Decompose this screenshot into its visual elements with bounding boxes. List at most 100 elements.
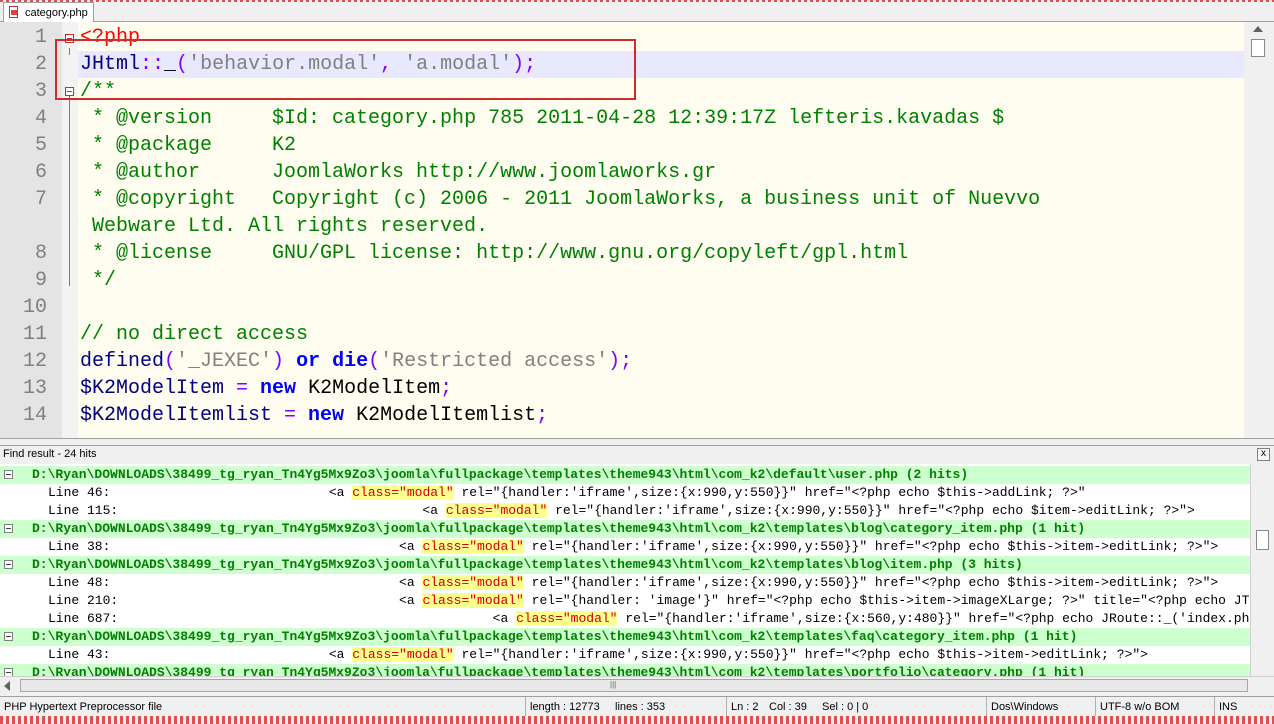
fold-toggle-icon[interactable]: [4, 524, 13, 533]
code-token: ;: [536, 404, 549, 427]
scrollbar-thumb[interactable]: [1251, 39, 1265, 57]
result-file-path: D:\Ryan\DOWNLOADS\38499_tg_ryan_Tn4Yg5Mx…: [32, 629, 1078, 644]
results-vertical-scrollbar[interactable]: [1250, 464, 1274, 676]
result-hit-row[interactable]: Line 115: <a class="modal" rel="{handler…: [0, 502, 1250, 520]
result-hit-text: Line 46: <a class="modal" rel="{handler:…: [48, 484, 1086, 502]
code-text: defined('_JEXEC') or die('Restricted acc…: [80, 348, 632, 375]
editor-vertical-scrollbar[interactable]: [1244, 22, 1274, 438]
close-icon[interactable]: x: [1257, 448, 1270, 461]
code-token: * @license GNU/GPL license: http://www.g…: [80, 242, 909, 265]
code-line[interactable]: 8 * @license GNU/GPL license: http://www…: [0, 240, 1244, 267]
result-hit-row[interactable]: Line 48: <a class="modal" rel="{handler:…: [0, 574, 1250, 592]
result-prefix: <a: [204, 593, 423, 608]
result-hit-row[interactable]: Line 43: <a class="modal" rel="{handler:…: [0, 646, 1250, 664]
result-hit-text: Line 48: <a class="modal" rel="{handler:…: [48, 574, 1218, 592]
scroll-up-arrow-icon[interactable]: [1253, 26, 1263, 32]
result-match-highlight: class="modal": [422, 593, 524, 608]
result-match-highlight: class="modal": [445, 503, 548, 518]
line-number: 9: [34, 269, 47, 292]
result-hit-text: Line 115: <a class="modal" rel="{handler…: [48, 502, 1195, 520]
annotation-box: [55, 39, 636, 100]
code-token: '_JEXEC': [176, 350, 273, 373]
tab-label: category.php: [25, 6, 88, 19]
result-line-number: Line 210:: [48, 593, 119, 608]
scrollbar-thumb[interactable]: [20, 679, 1248, 692]
result-file-row[interactable]: D:\Ryan\DOWNLOADS\38499_tg_ryan_Tn4Yg5Mx…: [0, 520, 1250, 538]
line-number: 3: [34, 80, 47, 103]
line-number: 7: [34, 188, 47, 211]
result-hit-text: Line 38: <a class="modal" rel="{handler:…: [48, 538, 1218, 556]
find-results-list[interactable]: D:\Ryan\DOWNLOADS\38499_tg_ryan_Tn4Yg5Mx…: [0, 464, 1250, 676]
code-token: );: [608, 350, 633, 373]
file-saved-icon: [8, 6, 21, 19]
code-token: * @author JoomlaWorks http://www.joomlaw…: [80, 161, 717, 184]
result-suffix: rel="{handler:'iframe',size:{x:990,y:550…: [453, 485, 1086, 500]
status-sel: Sel : 0 | 0: [822, 701, 869, 713]
line-number: 1: [34, 26, 47, 49]
status-mode: INS: [1214, 697, 1237, 717]
line-number: 2: [34, 53, 47, 76]
result-suffix: rel="{handler:'iframe',size:{x:990,y:550…: [523, 539, 1219, 554]
code-line[interactable]: Webware Ltd. All rights reserved.: [0, 213, 1244, 240]
code-line[interactable]: 11 // no direct access: [0, 321, 1244, 348]
fold-toggle-icon[interactable]: [4, 560, 13, 569]
code-token: die: [332, 350, 369, 373]
code-token: K2ModelItemlist: [344, 404, 537, 427]
result-hit-row[interactable]: Line 687: <a class="modal" rel="{handler…: [0, 610, 1250, 628]
fold-toggle-icon[interactable]: [4, 632, 13, 641]
code-token: Webware Ltd. All rights reserved.: [92, 215, 489, 238]
fold-toggle-icon[interactable]: [4, 668, 13, 676]
code-line[interactable]: 10: [0, 294, 1244, 321]
scroll-left-arrow-icon[interactable]: [4, 681, 10, 691]
code-line[interactable]: 14 $K2ModelItemlist = new K2ModelItemlist…: [0, 402, 1244, 429]
result-prefix: <a: [204, 611, 517, 626]
code-token: * @package K2: [80, 134, 297, 157]
code-text: */: [80, 267, 116, 294]
find-result-header: Find result - 24 hits x: [0, 445, 1274, 461]
results-horizontal-scrollbar[interactable]: |||: [0, 676, 1274, 694]
result-file-row[interactable]: D:\Ryan\DOWNLOADS\38499_tg_ryan_Tn4Yg5Mx…: [0, 664, 1250, 676]
result-hit-row[interactable]: Line 38: <a class="modal" rel="{handler:…: [0, 538, 1250, 556]
code-text: * @version $Id: category.php 785 2011-04…: [80, 105, 1004, 132]
result-match-highlight: class="modal": [352, 485, 454, 500]
code-token: */: [80, 269, 117, 292]
code-line[interactable]: 6 * @author JoomlaWorks http://www.jooml…: [0, 159, 1244, 186]
code-token: new: [308, 404, 345, 427]
result-suffix: rel="{handler: 'image'}" href="<?php ech…: [523, 593, 1250, 608]
status-filetype: PHP Hypertext Preprocessor file: [4, 701, 163, 713]
code-text: * @package K2: [80, 132, 296, 159]
code-line[interactable]: 5 * @package K2: [0, 132, 1244, 159]
result-prefix: <a: [204, 575, 423, 590]
scrollbar-thumb[interactable]: [1256, 530, 1269, 550]
status-length: length : 12773: [525, 697, 600, 717]
code-token: ;: [440, 377, 453, 400]
status-col: Col : 39: [769, 701, 807, 713]
code-line[interactable]: 13 $K2ModelItem = new K2ModelItem;: [0, 375, 1244, 402]
tab-category-php[interactable]: category.php: [3, 2, 94, 22]
result-hit-row[interactable]: Line 210: <a class="modal" rel="{handler…: [0, 592, 1250, 610]
result-prefix: <a: [204, 539, 423, 554]
code-token: or: [296, 350, 321, 373]
result-file-path: D:\Ryan\DOWNLOADS\38499_tg_ryan_Tn4Yg5Mx…: [32, 557, 1023, 572]
code-token: =: [224, 377, 261, 400]
result-line-number: Line 46:: [48, 485, 111, 500]
code-line[interactable]: 12 defined('_JEXEC') or die('Restricted a…: [0, 348, 1244, 375]
result-file-row[interactable]: D:\Ryan\DOWNLOADS\38499_tg_ryan_Tn4Yg5Mx…: [0, 628, 1250, 646]
result-match-highlight: class="modal": [422, 539, 524, 554]
result-line-number: Line 115:: [48, 503, 119, 518]
line-number: 10: [22, 296, 47, 319]
code-token: K2ModelItem: [296, 377, 441, 400]
code-line[interactable]: 9 */: [0, 267, 1244, 294]
code-line[interactable]: 4 * @version $Id: category.php 785 2011-…: [0, 105, 1244, 132]
result-file-path: D:\Ryan\DOWNLOADS\38499_tg_ryan_Tn4Yg5Mx…: [32, 467, 969, 482]
find-result-title: Find result - 24 hits: [3, 448, 97, 460]
code-text: // no direct access: [80, 321, 308, 348]
result-file-row[interactable]: D:\Ryan\DOWNLOADS\38499_tg_ryan_Tn4Yg5Mx…: [0, 556, 1250, 574]
result-line-number: Line 43:: [48, 647, 111, 662]
result-hit-row[interactable]: Line 46: <a class="modal" rel="{handler:…: [0, 484, 1250, 502]
code-editor[interactable]: 1 <?php 2 JHtml::_('behavior.modal', 'a.mod…: [0, 22, 1274, 439]
code-line[interactable]: 7 * @copyright Copyright (c) 2006 - 2011…: [0, 186, 1244, 213]
fold-toggle-icon[interactable]: [4, 470, 13, 479]
result-file-row[interactable]: D:\Ryan\DOWNLOADS\38499_tg_ryan_Tn4Yg5Mx…: [0, 466, 1250, 484]
